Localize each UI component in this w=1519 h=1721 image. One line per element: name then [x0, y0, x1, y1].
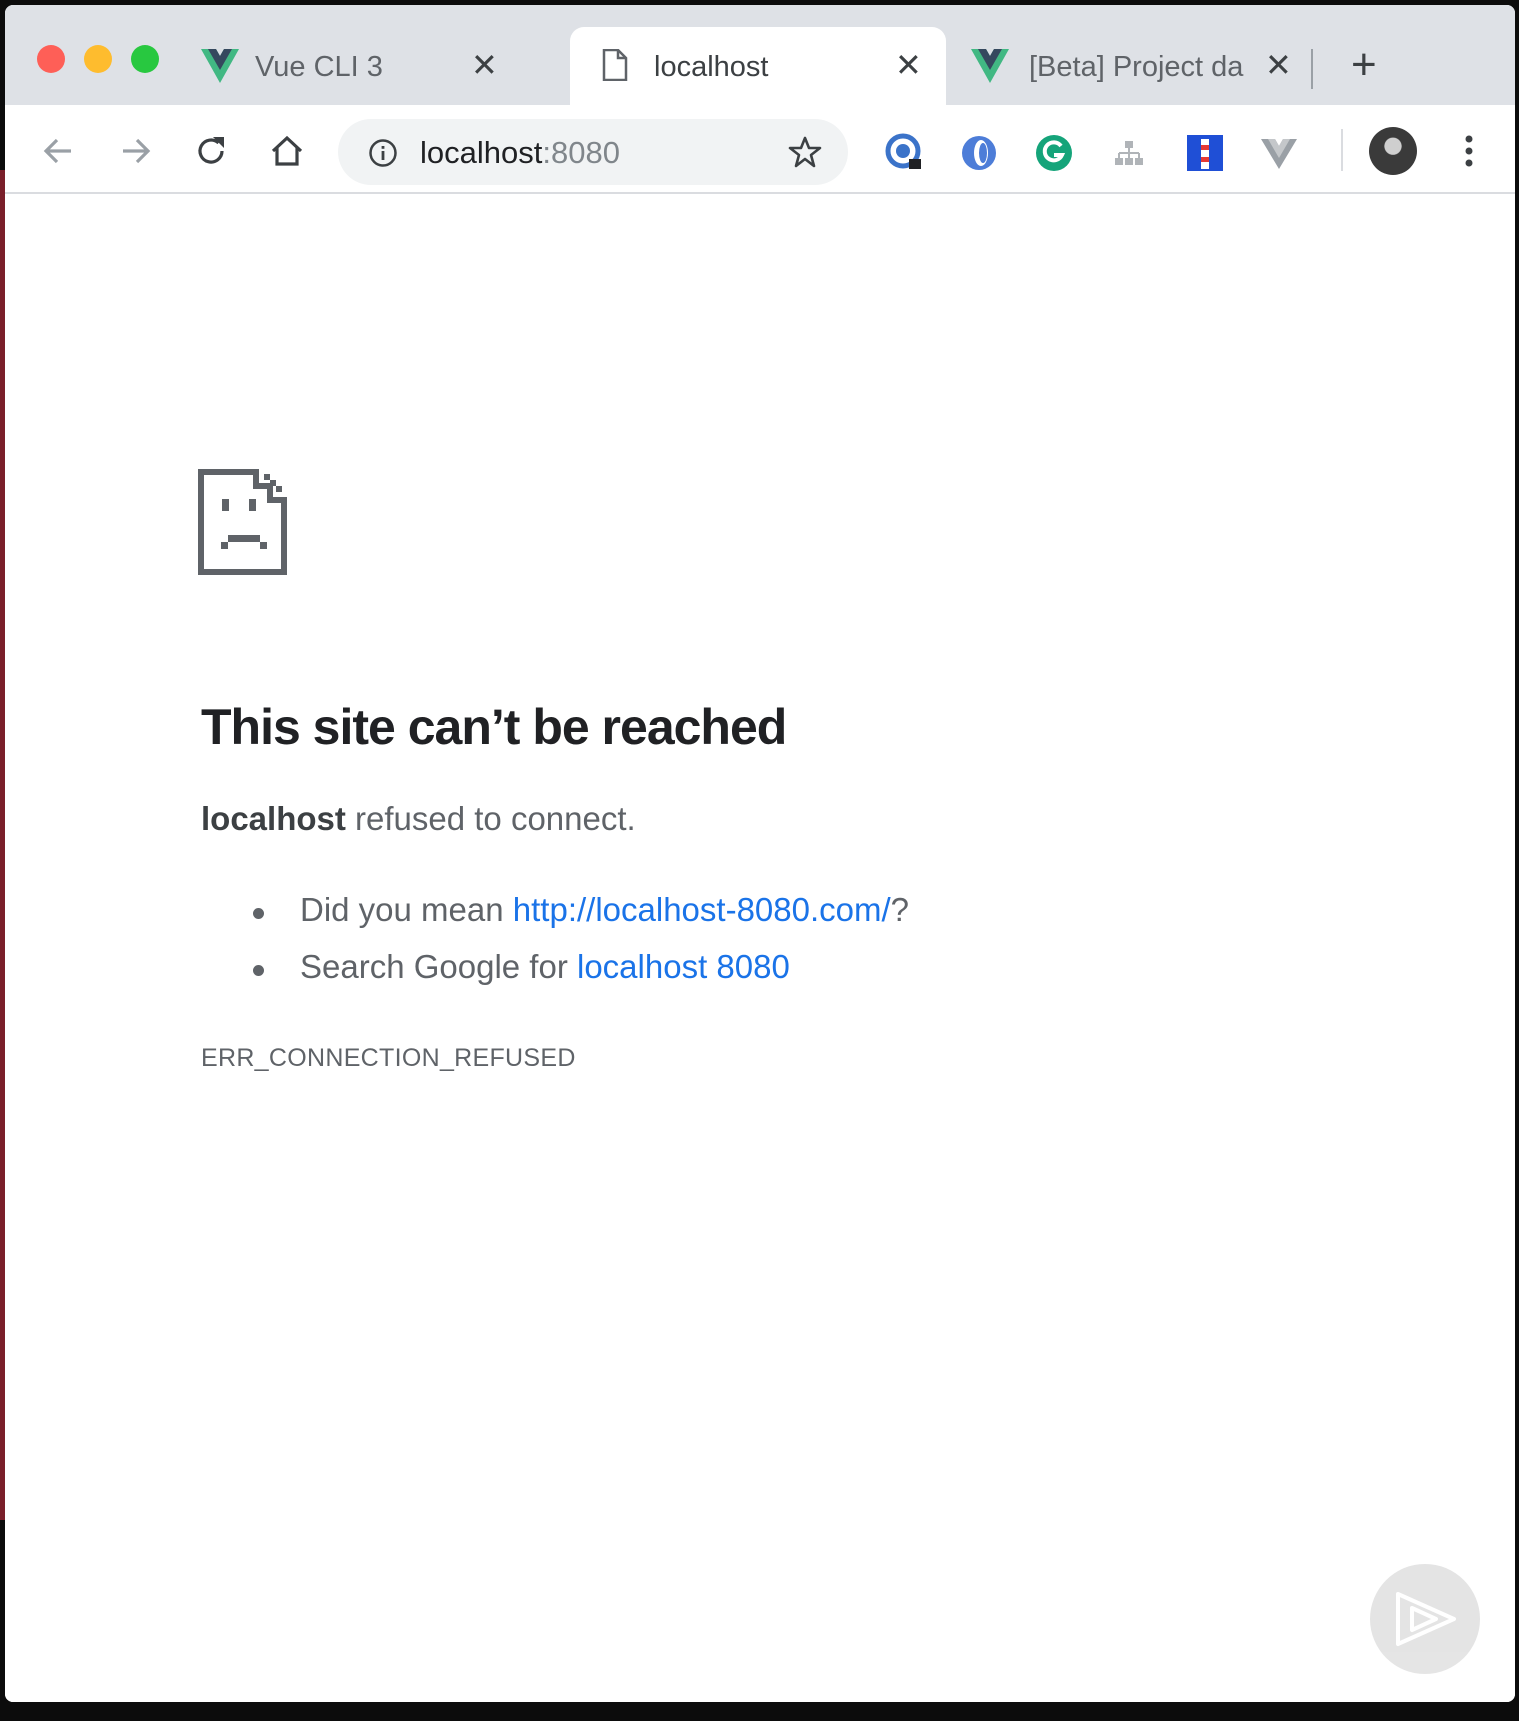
error-message: localhost refused to connect. — [201, 800, 636, 838]
tab-strip: Vue CLI 3 ✕ localhost ✕ [Beta] Project d… — [5, 5, 1515, 105]
suggestion-suffix: ? — [890, 891, 910, 928]
tab-beta-project[interactable]: [Beta] Project da ✕ — [965, 27, 1305, 105]
tab-title: localhost — [654, 51, 769, 83]
close-tab-icon[interactable]: ✕ — [1265, 49, 1292, 81]
player-play-button[interactable] — [1370, 1564, 1480, 1674]
tab-vue-cli[interactable]: Vue CLI 3 ✕ — [195, 27, 535, 105]
tab-localhost[interactable]: localhost ✕ — [570, 27, 946, 105]
suggestion-link[interactable]: http://localhost-8080.com/ — [513, 891, 891, 928]
browser-window: Vue CLI 3 ✕ localhost ✕ [Beta] Project d… — [5, 5, 1515, 1702]
toolbar: localhost:8080 — [5, 105, 1515, 194]
profile-avatar[interactable] — [1369, 127, 1417, 175]
home-icon[interactable] — [267, 131, 307, 171]
tab-title: [Beta] Project da — [1029, 51, 1244, 83]
address-host: localhost — [420, 135, 543, 170]
vue-logo-icon — [971, 49, 1009, 83]
sitemap-icon[interactable] — [1109, 133, 1149, 173]
toolbar-divider — [1341, 129, 1343, 171]
vue-devtools-icon[interactable] — [1259, 133, 1299, 173]
close-window-button[interactable] — [37, 45, 65, 73]
error-message-text: refused to connect. — [345, 800, 636, 837]
address-port: :8080 — [542, 135, 620, 170]
play-icon — [1396, 1592, 1456, 1646]
error-host: localhost — [201, 800, 346, 837]
reload-icon[interactable] — [191, 131, 231, 171]
suggestion-prefix: Search Google for — [300, 948, 577, 985]
suggestion-text: Did you mean http://localhost-8080.com/? — [300, 891, 909, 929]
back-arrow-icon[interactable] — [39, 131, 79, 171]
document-icon — [602, 49, 628, 81]
tab-divider — [1311, 49, 1313, 89]
grammarly-icon[interactable] — [1034, 133, 1074, 173]
error-code: ERR_CONNECTION_REFUSED — [201, 1044, 576, 1072]
screen-bottom-bar — [0, 1702, 1519, 1721]
blue-swirl-icon[interactable] — [959, 133, 999, 173]
sad-document-icon — [198, 469, 287, 575]
search-google-link[interactable]: localhost 8080 — [577, 948, 790, 985]
tab-title: Vue CLI 3 — [255, 51, 383, 83]
menu-dots-icon[interactable] — [1463, 131, 1475, 171]
lighthouse-icon[interactable] — [1185, 133, 1225, 173]
zoom-window-button[interactable] — [131, 45, 159, 73]
password-manager-icon[interactable] — [885, 133, 925, 173]
close-tab-icon[interactable]: ✕ — [471, 49, 498, 81]
address-bar[interactable]: localhost:8080 — [338, 119, 848, 185]
bookmark-star-icon[interactable] — [788, 135, 822, 169]
error-heading: This site can’t be reached — [201, 699, 787, 755]
suggestion-text: Search Google for localhost 8080 — [300, 948, 790, 986]
error-page: This site can’t be reached localhost ref… — [5, 196, 1515, 1702]
new-tab-button[interactable]: + — [1351, 43, 1377, 87]
minimize-window-button[interactable] — [84, 45, 112, 73]
address-text[interactable]: localhost:8080 — [420, 135, 620, 171]
forward-arrow-icon[interactable] — [115, 131, 155, 171]
close-tab-icon[interactable]: ✕ — [895, 49, 922, 81]
info-icon[interactable] — [368, 138, 398, 168]
suggestion-prefix: Did you mean — [300, 891, 513, 928]
window-edge — [0, 170, 5, 1520]
vue-logo-icon — [201, 49, 239, 83]
